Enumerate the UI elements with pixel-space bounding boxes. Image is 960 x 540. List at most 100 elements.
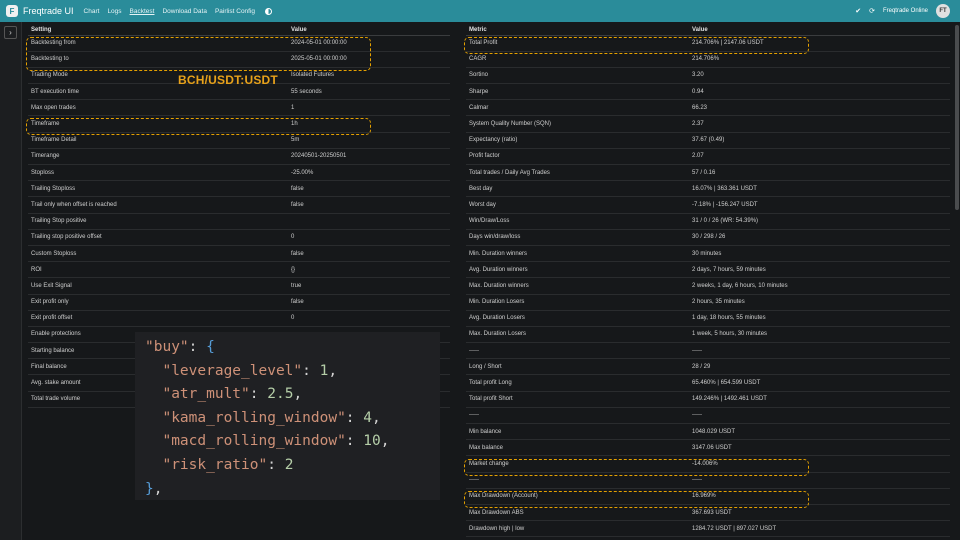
metrics-value: 31 / 0 / 26 (WR: 54.39%) [689, 213, 950, 230]
metrics-value: 2.37 [689, 115, 950, 133]
settings-header-setting: Setting [28, 25, 288, 36]
theme-toggle-icon[interactable] [265, 7, 273, 15]
metrics-label: Sortino [466, 67, 689, 85]
settings-value: 0 [288, 310, 450, 327]
metrics-label: Total trades / Daily Avg Trades [466, 164, 689, 182]
settings-label: Trailing Stoploss [28, 180, 288, 198]
scrollbar[interactable] [955, 25, 959, 210]
code-param-line: "leverage_level": 1, [162, 362, 338, 379]
nav-link-download-data[interactable]: Download Data [162, 8, 206, 15]
settings-row: Exit profit offset 0 [28, 310, 450, 327]
metrics-label: Min balance [466, 423, 689, 441]
metrics-row: ----- ----- [466, 472, 950, 489]
metrics-value: 2 weeks, 1 day, 6 hours, 10 minutes [689, 277, 950, 295]
metrics-value: -14.006% [689, 455, 950, 473]
settings-row: Stoploss -25.00% [28, 164, 450, 182]
settings-label: Exit profit only [28, 294, 288, 311]
metrics-label: Total Profit [466, 35, 689, 52]
metrics-row: Min. Duration Losers 2 hours, 35 minutes [466, 294, 950, 311]
code-line-open: "buy": { [145, 339, 215, 355]
metrics-value: 16.969% [689, 488, 950, 505]
settings-value [288, 213, 450, 230]
code-param-value: 4 [363, 409, 372, 426]
metrics-row: Expectancy (ratio) 37.67 (0.49) [466, 132, 950, 149]
code-param-name: "risk_ratio" [162, 456, 268, 473]
metrics-value: 2 days, 7 hours, 59 minutes [689, 261, 950, 279]
metrics-value: 1 day, 18 hours, 55 minutes [689, 310, 950, 327]
metrics-row: Total profit Short 149.246% | 1492.461 US… [466, 391, 950, 408]
metrics-value: ----- [689, 342, 950, 360]
settings-value: {} [288, 261, 450, 279]
metrics-label: Total profit Short [466, 391, 689, 408]
metrics-row: Max. Duration Losers 1 week, 5 hours, 30 … [466, 326, 950, 344]
code-line-close: } [145, 480, 154, 497]
metrics-label: Market change [466, 455, 689, 473]
nav-link-chart[interactable]: Chart [84, 8, 100, 15]
settings-row: Timeframe Detail 5m [28, 132, 450, 149]
metrics-value: 1 week, 5 hours, 30 minutes [689, 326, 950, 344]
settings-value: 2025-05-01 00:00:00 [288, 51, 450, 68]
nav-link-backtest[interactable]: Backtest [130, 8, 155, 15]
settings-value: false [288, 196, 450, 214]
settings-value: 1h [288, 115, 450, 133]
metrics-label: Max Drawdown (Account) [466, 488, 689, 505]
metrics-row: Max balance 3147.06 USDT [466, 439, 950, 457]
metrics-row: Sortino 3.20 [466, 67, 950, 85]
brand-title: Freqtrade UI [23, 6, 74, 16]
code-param-value: 2.5 [267, 386, 294, 403]
metrics-label: Win/Draw/Loss [466, 213, 689, 230]
settings-value: 2024-05-01 00:00:00 [288, 35, 450, 52]
metrics-row: Total Profit 214.706% | 2147.06 USDT [466, 35, 950, 52]
avatar[interactable]: FT [936, 4, 950, 18]
checkmark-icon[interactable]: ✔ [855, 7, 861, 15]
metrics-value: 367.693 USDT [689, 504, 950, 522]
nav-link-pairlist-config[interactable]: Pairlist Config [215, 8, 255, 15]
metrics-label: Drawdown high | low [466, 520, 689, 538]
settings-label: Use Exit Signal [28, 277, 288, 295]
metrics-row: Min balance 1048.029 USDT [466, 423, 950, 441]
metrics-label: Avg. Duration Losers [466, 310, 689, 327]
metrics-label: Days win/draw/loss [466, 229, 689, 246]
nav-link-logs[interactable]: Logs [107, 8, 121, 15]
refresh-icon[interactable]: ⟳ [869, 7, 875, 15]
metrics-value: 37.67 (0.49) [689, 132, 950, 149]
code-key-buy: "buy" [145, 339, 189, 355]
settings-label: Exit profit offset [28, 310, 288, 327]
settings-row: Trailing stop positive offset 0 [28, 229, 450, 246]
settings-value: Isolated Futures [288, 67, 450, 85]
metrics-label: ----- [466, 407, 689, 425]
code-param-name: "leverage_level" [162, 362, 303, 379]
metrics-row: ----- ----- [466, 342, 950, 360]
pair-label: BCH/USDT:USDT [178, 73, 278, 87]
settings-row: Backtesting to 2025-05-01 00:00:00 [28, 51, 450, 68]
sidebar: › [0, 22, 22, 540]
settings-row: Exit profit only false [28, 294, 450, 311]
code-param-name: "kama_rolling_window" [162, 409, 346, 426]
settings-label: Backtesting from [28, 35, 288, 52]
code-param-name: "macd_rolling_window" [162, 433, 346, 450]
metrics-row: Calmar 66.23 [466, 99, 950, 117]
settings-value: true [288, 277, 450, 295]
settings-label: Timerange [28, 148, 288, 166]
settings-label: Timeframe [28, 115, 288, 133]
settings-value: -25.00% [288, 164, 450, 182]
settings-value: false [288, 180, 450, 198]
settings-value: 1 [288, 99, 450, 117]
settings-label: Stoploss [28, 164, 288, 182]
settings-row: Max open trades 1 [28, 99, 450, 117]
metrics-label: CAGR [466, 51, 689, 68]
sidebar-expand-button[interactable]: › [4, 26, 17, 39]
code-param-value: 10 [363, 433, 381, 450]
code-param-value: 2 [284, 456, 294, 473]
code-param-line: "atr_mult": 2.5, [162, 386, 303, 403]
metrics-value: 16.07% | 363.361 USDT [689, 180, 950, 198]
metrics-row: Long / Short 28 / 29 [466, 358, 950, 376]
metrics-value: 214.706% | 2147.06 USDT [689, 35, 950, 52]
metrics-label: Long / Short [466, 358, 689, 376]
brand[interactable]: F Freqtrade UI [6, 5, 74, 17]
metrics-label: Worst day [466, 196, 689, 214]
metrics-value: 30 / 298 / 26 [689, 229, 950, 246]
metrics-value: 30 minutes [689, 245, 950, 263]
settings-value: 0 [288, 229, 450, 246]
metrics-row: Profit factor 2.07 [466, 148, 950, 166]
